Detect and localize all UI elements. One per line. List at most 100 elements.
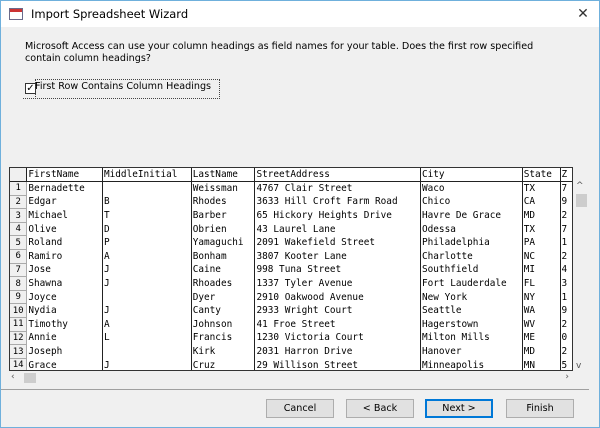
table-cell: Milton Mills bbox=[420, 331, 523, 345]
column-header[interactable]: MiddleInitial bbox=[102, 168, 192, 183]
table-row: 11 Timothy A Johnson 41 Froe Street Hagerstow… bbox=[10, 317, 572, 332]
table-cell: J bbox=[102, 263, 192, 277]
table-cell: Yamaguchi bbox=[190, 235, 255, 250]
table-row: 10 Nydia J Canty 2933 Wright Court Seattle WA 9 bbox=[10, 303, 572, 319]
column-header[interactable]: LastName bbox=[190, 168, 255, 183]
row-header-corner bbox=[10, 168, 27, 183]
import-wizard-window: Import Spreadsheet Wizard ✕ Microsoft Ac… bbox=[0, 0, 600, 428]
table-cell: 2 bbox=[559, 317, 572, 332]
table-cell: Timothy bbox=[26, 317, 103, 332]
table-cell: Caine bbox=[190, 263, 255, 277]
table-cell: 1230 Victoria Court bbox=[254, 331, 421, 345]
table-row: 5 Roland P Yamaguchi 2091 Wakefield Street Ph… bbox=[10, 235, 572, 251]
row-number: 2 bbox=[10, 194, 28, 210]
table-cell: Shawna bbox=[26, 276, 103, 291]
table-cell: Chico bbox=[420, 195, 523, 209]
table-cell: T bbox=[102, 208, 192, 223]
finish-button[interactable]: Finish bbox=[506, 399, 574, 418]
table-cell: Annie bbox=[26, 331, 103, 345]
table-cell: J bbox=[102, 276, 192, 291]
next-button[interactable]: Next > bbox=[425, 399, 493, 418]
table-cell: B bbox=[102, 195, 192, 209]
table-cell: Fort Lauderdale bbox=[420, 276, 523, 291]
table-cell: TX bbox=[521, 181, 561, 196]
table-cell: Havre De Grace bbox=[420, 208, 523, 223]
horizontal-scrollbar[interactable]: ‹ › bbox=[9, 372, 573, 384]
row-number: 8 bbox=[10, 276, 28, 291]
table-cell: 3 bbox=[559, 276, 572, 291]
row-number: 10 bbox=[10, 303, 28, 319]
table-cell: 41 Froe Street bbox=[254, 317, 421, 332]
table-cell: MN bbox=[521, 358, 561, 370]
table-cell: Weissman bbox=[190, 181, 255, 196]
table-row: 4 Olive D Obrien 43 Laurel Lane Odessa TX 7 bbox=[10, 221, 572, 237]
table-cell: 2 bbox=[559, 344, 572, 359]
back-button[interactable]: < Back bbox=[346, 399, 414, 418]
table-cell: Michael bbox=[26, 208, 103, 223]
table-cell: Roland bbox=[26, 235, 103, 250]
table-cell: 2091 Wakefield Street bbox=[254, 235, 421, 250]
table-cell: Grace bbox=[26, 358, 103, 370]
first-row-headings-checkbox[interactable]: ✓ First Row Contains Column Headings bbox=[23, 79, 220, 99]
scroll-thumb[interactable] bbox=[576, 194, 587, 207]
row-number: 4 bbox=[10, 221, 28, 237]
table-row: 9 Joyce Dyer 2910 Oakwood Avenue New York NY 1 bbox=[10, 289, 572, 305]
row-number: 13 bbox=[10, 344, 28, 359]
table-cell bbox=[102, 290, 192, 304]
table-cell: 29 Willison Street bbox=[254, 358, 421, 370]
table-cell: Dyer bbox=[190, 290, 255, 304]
table-cell: Ramiro bbox=[26, 249, 103, 264]
table-cell: MI bbox=[521, 263, 561, 277]
table-cell: 9 bbox=[559, 303, 572, 318]
table-cell: Barber bbox=[190, 208, 255, 223]
table-row: 12 Annie L Francis 1230 Victoria Court Milton… bbox=[10, 330, 572, 346]
data-preview-grid[interactable]: FirstName MiddleInitial LastName StreetAddr… bbox=[9, 167, 573, 371]
column-header[interactable]: FirstName bbox=[26, 168, 103, 183]
table-row: 6 Ramiro A Bonham 3807 Kooter Lane Charlotte N… bbox=[10, 249, 572, 264]
checkbox-label: First Row Contains Column Headings bbox=[35, 81, 212, 92]
table-cell: CA bbox=[521, 195, 561, 209]
table-cell: FL bbox=[521, 276, 561, 291]
scroll-thumb-horizontal[interactable] bbox=[24, 373, 36, 383]
scroll-down-icon[interactable]: v bbox=[576, 361, 581, 371]
table-cell: ME bbox=[521, 331, 561, 345]
table-cell: 3807 Kooter Lane bbox=[254, 249, 421, 264]
table-cell: Johnson bbox=[190, 317, 255, 332]
table-cell: D bbox=[102, 222, 192, 236]
table-row: 7 Jose J Caine 998 Tuna Street Southfield MI 4 bbox=[10, 262, 572, 278]
table-cell: J bbox=[102, 358, 192, 370]
table-cell: 0 bbox=[559, 331, 572, 345]
table-cell: Joseph bbox=[26, 344, 103, 359]
table-cell: 43 Laurel Lane bbox=[254, 222, 421, 236]
scroll-left-icon[interactable]: ‹ bbox=[11, 372, 15, 382]
cancel-button[interactable]: Cancel bbox=[266, 399, 334, 418]
table-cell: 7 bbox=[559, 181, 572, 196]
table-cell: MD bbox=[521, 208, 561, 223]
table-cell: Joyce bbox=[26, 290, 103, 304]
table-cell: MD bbox=[521, 344, 561, 359]
scroll-right-icon[interactable]: › bbox=[565, 372, 569, 382]
table-cell: Hagerstown bbox=[420, 317, 523, 332]
column-header[interactable]: Z bbox=[559, 168, 572, 183]
row-number: 3 bbox=[10, 208, 28, 223]
row-number: 5 bbox=[10, 235, 28, 251]
scroll-up-icon[interactable]: ^ bbox=[576, 181, 584, 191]
column-header[interactable]: State bbox=[521, 168, 561, 183]
row-number: 7 bbox=[10, 262, 28, 278]
table-cell: NY bbox=[521, 290, 561, 304]
vertical-scrollbar[interactable]: ^ v bbox=[574, 181, 589, 371]
column-header[interactable]: City bbox=[420, 168, 523, 183]
table-cell: WA bbox=[521, 303, 561, 318]
table-cell: NC bbox=[521, 249, 561, 264]
column-header[interactable]: StreetAddress bbox=[254, 168, 421, 183]
row-number: 11 bbox=[10, 317, 28, 332]
table-cell: Southfield bbox=[420, 263, 523, 277]
app-icon bbox=[9, 8, 23, 20]
table-cell: Olive bbox=[26, 222, 103, 236]
row-number: 6 bbox=[10, 249, 28, 264]
table-cell: Nydia bbox=[26, 303, 103, 318]
description-text: Microsoft Access can use your column hea… bbox=[25, 41, 534, 64]
close-icon[interactable]: ✕ bbox=[573, 4, 593, 24]
table-cell: J bbox=[102, 303, 192, 318]
table-cell: 4767 Clair Street bbox=[254, 181, 421, 196]
